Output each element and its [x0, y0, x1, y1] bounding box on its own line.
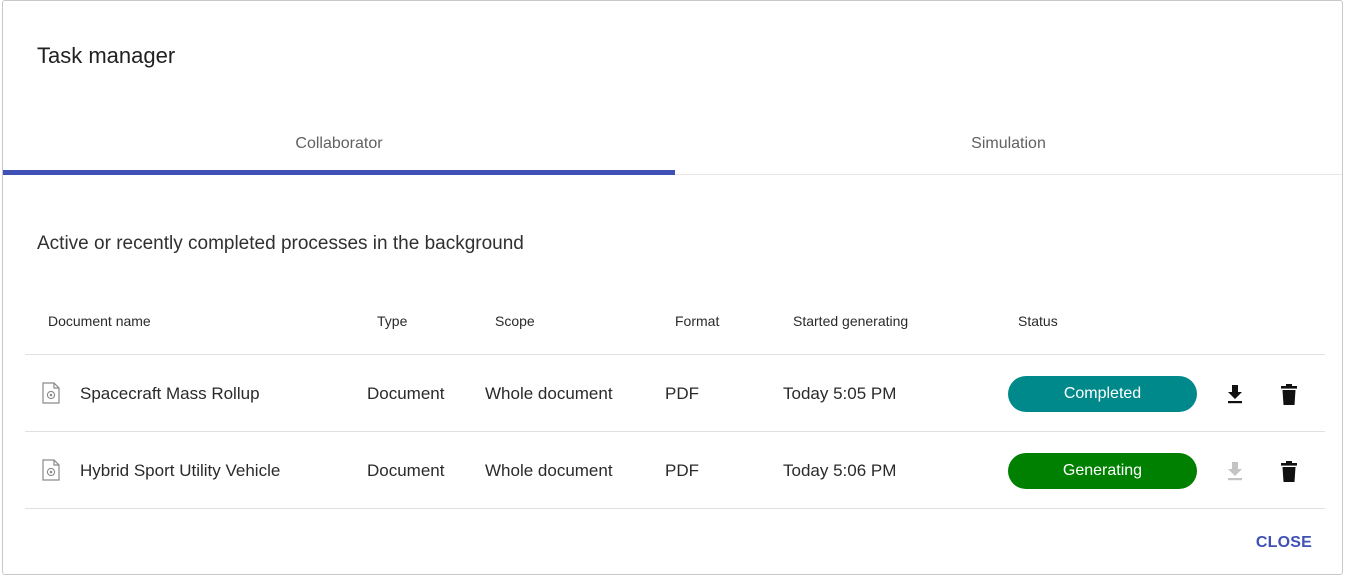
table-header: Document name Type Scope Format Started … [25, 293, 1325, 355]
status-badge: Generating [1008, 453, 1197, 489]
close-button[interactable]: CLOSE [1256, 534, 1312, 552]
document-scope: Whole document [485, 461, 613, 480]
header-scope: Scope [495, 313, 535, 329]
header-started-generating: Started generating [793, 313, 909, 329]
document-format: PDF [665, 461, 699, 480]
document-scope: Whole document [485, 384, 613, 403]
tab-bar: Collaborator Simulation [3, 113, 1342, 175]
dialog-title: Task manager [37, 43, 176, 68]
tab-collaborator[interactable]: Collaborator [3, 113, 675, 174]
started-time: Today 5:06 PM [783, 461, 897, 480]
download-icon [1228, 385, 1242, 404]
started-time: Today 5:05 PM [783, 384, 897, 403]
document-type: Document [367, 384, 445, 403]
task-manager-dialog: Task manager Collaborator Simulation Act… [2, 0, 1343, 575]
header-type: Type [377, 313, 408, 329]
table-row: Spacecraft Mass Rollup Document Whole do… [25, 355, 1325, 432]
process-table: Document name Type Scope Format Started … [25, 293, 1325, 509]
document-name: Hybrid Sport Utility Vehicle [80, 461, 281, 480]
header-format: Format [675, 313, 720, 329]
tab-simulation[interactable]: Simulation [675, 113, 1342, 174]
document-type: Document [367, 461, 445, 480]
document-name: Spacecraft Mass Rollup [80, 384, 260, 403]
document-file-icon [42, 382, 60, 404]
delete-button[interactable] [1277, 381, 1301, 407]
processes-description: Active or recently completed processes i… [37, 233, 524, 254]
trash-icon [1281, 383, 1297, 405]
status-badge: Completed [1008, 376, 1197, 412]
download-button[interactable] [1223, 381, 1247, 407]
download-icon [1228, 462, 1242, 481]
document-format: PDF [665, 384, 699, 403]
active-tab-indicator [3, 170, 675, 175]
delete-button[interactable] [1277, 458, 1301, 484]
table-row: Hybrid Sport Utility Vehicle Document Wh… [25, 432, 1325, 509]
document-file-icon [42, 459, 60, 481]
download-button[interactable] [1223, 458, 1247, 484]
header-status: Status [1018, 313, 1058, 329]
trash-icon [1281, 460, 1297, 482]
header-document-name: Document name [48, 313, 151, 329]
